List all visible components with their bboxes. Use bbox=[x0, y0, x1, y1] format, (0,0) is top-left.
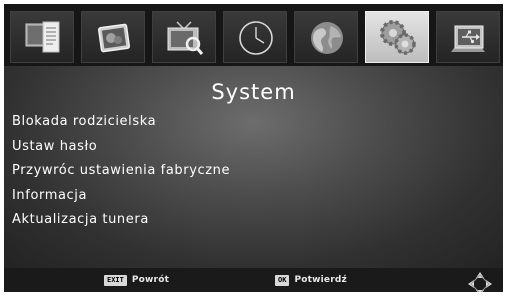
top-tab-bar bbox=[10, 11, 500, 63]
tab-system[interactable] bbox=[365, 11, 429, 63]
tab-usb[interactable] bbox=[436, 11, 500, 63]
footer-hint-bar: EXIT Powrót OK Potwierdź bbox=[4, 268, 503, 292]
gears-icon bbox=[380, 20, 416, 55]
tab-time[interactable] bbox=[223, 11, 287, 63]
menu-item-tuner-update[interactable]: Aktualizacja tunera bbox=[12, 208, 492, 233]
tab-photos[interactable] bbox=[81, 11, 145, 63]
back-hint: EXIT Powrót bbox=[104, 273, 169, 287]
system-menu-screen: System Blokada rodzicielska Ustaw hasło … bbox=[4, 4, 503, 292]
globe-icon bbox=[311, 22, 343, 54]
page-title: System bbox=[211, 80, 296, 104]
menu-item-parental-lock[interactable]: Blokada rodzicielska bbox=[12, 110, 492, 135]
exit-key-badge[interactable]: EXIT bbox=[104, 274, 127, 286]
tab-language[interactable] bbox=[294, 11, 358, 63]
system-menu-list: Blokada rodzicielska Ustaw hasło Przywró… bbox=[12, 110, 492, 233]
clock-icon bbox=[239, 21, 273, 55]
tab-media[interactable] bbox=[10, 11, 74, 63]
menu-item-factory-reset[interactable]: Przywróc ustawienia fabryczne bbox=[12, 159, 492, 184]
back-hint-label: Powrót bbox=[131, 275, 170, 285]
confirm-hint-label: Potwierdź bbox=[294, 275, 347, 285]
navigation-arrows-icon bbox=[468, 272, 492, 292]
usb-icon bbox=[451, 25, 485, 52]
menu-item-set-password[interactable]: Ustaw hasło bbox=[12, 135, 492, 160]
tab-channel-search[interactable] bbox=[152, 11, 216, 63]
photo-frame-icon bbox=[97, 23, 131, 53]
tv-search-icon bbox=[167, 21, 204, 55]
ok-key-badge[interactable]: OK bbox=[275, 274, 290, 286]
confirm-hint: OK Potwierdź bbox=[275, 273, 347, 287]
document-tv-icon bbox=[25, 21, 60, 53]
menu-item-information[interactable]: Informacja bbox=[12, 184, 492, 209]
